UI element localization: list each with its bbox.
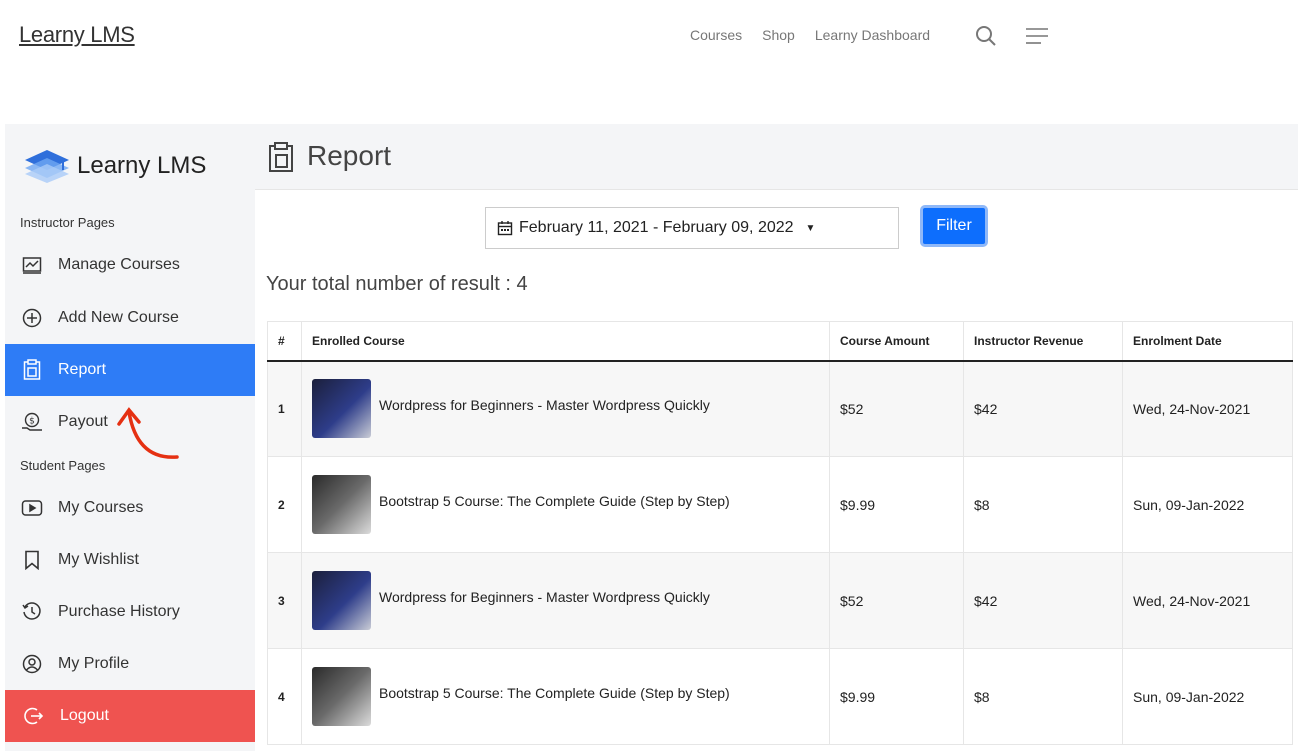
instructor-revenue: $8 <box>963 456 1123 553</box>
course-thumbnail[interactable] <box>312 379 371 439</box>
enrolment-date: Wed, 24-Nov-2021 <box>1122 360 1293 457</box>
sidebar-item-my-profile[interactable]: My Profile <box>5 638 255 690</box>
page-title: Report <box>307 140 392 171</box>
instructor-revenue: $42 <box>963 360 1123 457</box>
table-row: 1 Wordpress for Beginners - Master Wordp… <box>267 360 1293 457</box>
column-header: # <box>267 321 302 362</box>
sidebar-item-label: My Courses <box>58 499 144 516</box>
enrolment-date: Wed, 24-Nov-2021 <box>1122 552 1293 649</box>
top-nav: Courses Shop Learny Dashboard <box>690 27 930 43</box>
date-range-value: February 11, 2021 - February 09, 2022 <box>519 219 794 236</box>
row-number: 4 <box>267 648 302 745</box>
student-pages-heading: Student Pages <box>20 458 106 473</box>
course-cell: Wordpress for Beginners - Master Wordpre… <box>301 360 830 457</box>
site-logo[interactable]: Learny LMS <box>19 22 135 48</box>
table-row: 2 Bootstrap 5 Course: The Complete Guide… <box>267 456 1293 553</box>
plus-circle-icon <box>21 307 43 329</box>
enrolment-date: Sun, 09-Jan-2022 <box>1122 648 1293 745</box>
hamburger-menu-icon[interactable] <box>1025 26 1049 46</box>
instructor-revenue: $42 <box>963 552 1123 649</box>
sidebar-item-my-courses[interactable]: My Courses <box>5 482 255 534</box>
column-header: Enrolment Date <box>1122 321 1293 362</box>
course-amount: $9.99 <box>829 456 964 553</box>
clipboard-icon <box>269 142 293 172</box>
instructor-revenue: $8 <box>963 648 1123 745</box>
annotation-arrow-icon <box>117 407 179 459</box>
report-table: # Enrolled Course Course Amount Instruct… <box>267 321 1293 745</box>
course-amount: $9.99 <box>829 648 964 745</box>
sidebar-brand-text: Learny LMS <box>77 152 207 179</box>
course-name: Wordpress for Beginners - Master Wordpre… <box>379 589 710 605</box>
course-name: Wordpress for Beginners - Master Wordpre… <box>379 397 710 414</box>
course-thumbnail[interactable] <box>312 667 371 726</box>
row-number: 2 <box>267 456 302 553</box>
search-icon[interactable] <box>974 24 998 48</box>
course-cell: Wordpress for Beginners - Master Wordpre… <box>301 552 830 649</box>
sidebar-item-purchase-history[interactable]: Purchase History <box>5 586 255 638</box>
course-cell: Bootstrap 5 Course: The Complete Guide (… <box>301 456 830 553</box>
table-row: 4 Bootstrap 5 Course: The Complete Guide… <box>267 648 1293 745</box>
logout-label: Logout <box>60 707 109 724</box>
course-name: Bootstrap 5 Course: The Complete Guide (… <box>379 685 730 701</box>
sidebar-item-manage-courses[interactable]: Manage Courses <box>5 239 255 291</box>
course-amount: $52 <box>829 360 964 457</box>
clipboard-icon <box>21 359 43 381</box>
table-header-row: # Enrolled Course Course Amount Instruct… <box>267 321 1293 362</box>
sidebar-item-my-wishlist[interactable]: My Wishlist <box>5 534 255 586</box>
report-header: Report <box>255 124 1298 190</box>
play-icon <box>21 497 43 519</box>
logout-button[interactable]: Logout <box>5 690 255 742</box>
user-icon <box>21 653 43 675</box>
nav-learny-dashboard[interactable]: Learny Dashboard <box>815 27 930 43</box>
site-header: Learny LMS Courses Shop Learny Dashboard <box>0 0 1298 124</box>
row-number: 3 <box>267 552 302 649</box>
sidebar-item-label: Report <box>58 361 107 378</box>
course-amount: $52 <box>829 552 964 649</box>
bookmark-icon <box>21 549 43 571</box>
logout-icon <box>23 705 45 727</box>
result-count: Your total number of result : 4 <box>266 273 528 295</box>
row-number: 1 <box>267 360 302 457</box>
sidebar-brand[interactable]: Learny LMS <box>23 148 206 184</box>
course-cell: Bootstrap 5 Course: The Complete Guide (… <box>301 648 830 745</box>
sidebar-item-label: Add New Course <box>58 309 179 326</box>
history-icon <box>21 601 43 623</box>
calendar-icon <box>497 221 513 236</box>
money-icon: $ <box>21 411 43 433</box>
graduation-cap-icon <box>25 150 69 183</box>
instructor-pages-heading: Instructor Pages <box>20 215 115 230</box>
svg-text:$: $ <box>29 417 35 427</box>
sidebar-item-report[interactable]: Report <box>5 344 255 396</box>
column-header: Course Amount <box>829 321 964 362</box>
nav-shop[interactable]: Shop <box>762 27 795 43</box>
main-content: Report February 11, 2021 - February 09, … <box>255 124 1298 751</box>
column-header: Enrolled Course <box>301 321 830 362</box>
course-thumbnail[interactable] <box>312 475 371 534</box>
nav-courses[interactable]: Courses <box>690 27 742 43</box>
sidebar-item-label: Purchase History <box>58 603 180 620</box>
caret-down-icon: ▼ <box>805 222 816 234</box>
enrolment-date: Sun, 09-Jan-2022 <box>1122 456 1293 553</box>
table-row: 3 Wordpress for Beginners - Master Wordp… <box>267 552 1293 649</box>
chart-icon <box>21 254 43 276</box>
sidebar-item-add-new-course[interactable]: Add New Course <box>5 292 255 344</box>
course-thumbnail[interactable] <box>312 571 371 630</box>
sidebar-item-label: Manage Courses <box>58 256 180 273</box>
sidebar-item-label: My Profile <box>58 655 130 672</box>
column-header: Instructor Revenue <box>963 321 1123 362</box>
sidebar-item-label: Payout <box>58 413 108 430</box>
course-name: Bootstrap 5 Course: The Complete Guide (… <box>379 493 730 509</box>
filter-button[interactable]: Filter <box>920 205 988 247</box>
sidebar-item-label: My Wishlist <box>58 551 139 568</box>
date-range-picker[interactable]: February 11, 2021 - February 09, 2022 ▼ <box>485 207 899 249</box>
